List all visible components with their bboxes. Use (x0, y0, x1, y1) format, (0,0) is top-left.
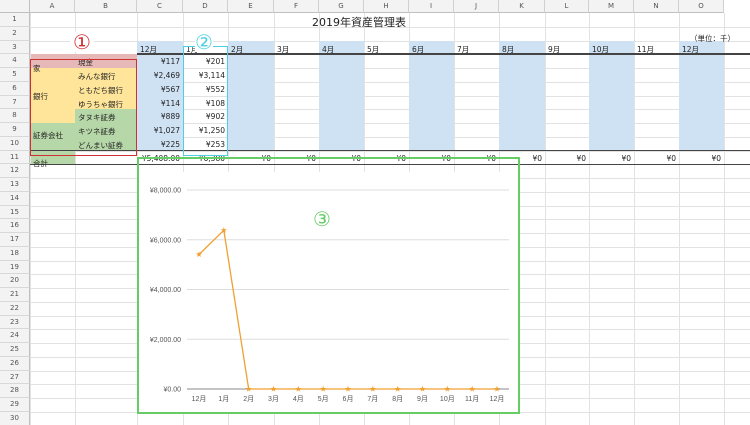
month-header: 4月 (322, 44, 335, 54)
row-header[interactable]: 22 (0, 301, 30, 316)
annotation-box-3 (137, 157, 520, 414)
month-header: 8月 (502, 44, 515, 54)
column-header[interactable]: O (679, 0, 724, 13)
row-header[interactable]: 23 (0, 315, 30, 330)
select-all-corner[interactable] (0, 0, 30, 13)
total-topline (30, 150, 750, 151)
column-header[interactable]: I (409, 0, 454, 13)
column-header[interactable]: F (274, 0, 319, 13)
column-header[interactable]: M (589, 0, 634, 13)
row-header[interactable]: 15 (0, 205, 30, 220)
account-value-dec[interactable]: ¥225 (137, 140, 180, 149)
account-value-dec[interactable]: ¥567 (137, 85, 180, 94)
month-header: 3月 (277, 44, 290, 54)
row-header[interactable]: 3 (0, 40, 30, 55)
annotation-box-1 (30, 59, 137, 156)
row-header[interactable]: 4 (0, 54, 30, 68)
month-band-fill (228, 40, 274, 151)
month-header: 5月 (367, 44, 380, 54)
column-header[interactable]: B (75, 0, 137, 13)
row-header[interactable]: 2 (0, 26, 30, 41)
row-header[interactable]: 18 (0, 246, 30, 261)
row-header[interactable]: 20 (0, 274, 30, 288)
account-value-dec[interactable]: ¥114 (137, 99, 180, 108)
annotation-mark-3: ③ (313, 207, 331, 231)
row-header[interactable]: 12 (0, 164, 30, 178)
column-header[interactable]: L (545, 0, 589, 13)
column-header[interactable]: K (499, 0, 545, 13)
month-header: 11月 (637, 44, 655, 54)
total-value[interactable]: ¥0 (589, 154, 631, 163)
unit-note: （単位：千） (690, 34, 735, 43)
column-header[interactable]: J (454, 0, 499, 13)
month-header: 9月 (548, 44, 561, 54)
account-value-dec[interactable]: ¥889 (137, 112, 180, 121)
row-header[interactable]: 1 (0, 13, 30, 27)
row-header[interactable]: 11 (0, 150, 30, 165)
column-header[interactable]: E (228, 0, 274, 13)
account-value-dec[interactable]: ¥1,027 (137, 126, 180, 135)
row-header[interactable]: 28 (0, 384, 30, 398)
column-header[interactable]: H (364, 0, 409, 13)
column-header[interactable]: C (137, 0, 183, 13)
row-header[interactable]: 19 (0, 260, 30, 275)
month-band-fill (409, 40, 454, 151)
row-header[interactable]: 7 (0, 95, 30, 110)
month-band-fill (499, 40, 545, 151)
row-header[interactable]: 30 (0, 411, 30, 425)
month-band-fill (589, 40, 634, 151)
row-header[interactable]: 24 (0, 329, 30, 343)
month-header: 12月 (140, 44, 158, 54)
row-header[interactable]: 6 (0, 81, 30, 96)
row-header[interactable]: 13 (0, 178, 30, 192)
column-header[interactable]: N (634, 0, 679, 13)
row-header[interactable]: 17 (0, 233, 30, 247)
row-header[interactable]: 9 (0, 123, 30, 137)
month-header: 6月 (412, 44, 425, 54)
total-label: 合計 (33, 159, 48, 168)
row-header[interactable]: 27 (0, 370, 30, 385)
account-value-dec[interactable]: ¥117 (137, 57, 180, 66)
row-header[interactable]: 25 (0, 343, 30, 357)
month-header: 2月 (231, 44, 244, 54)
row-header[interactable]: 8 (0, 109, 30, 123)
annotation-mark-1: ① (70, 32, 94, 52)
total-value[interactable]: ¥0 (545, 154, 586, 163)
annotation-mark-2: ② (195, 30, 213, 54)
spreadsheet[interactable]: ABCDEFGHIJKLMNO 1 2 3 4 5 6 7 8 9 10 11 12 13 14 15 16 1… (0, 0, 750, 425)
row-header[interactable]: 16 (0, 219, 30, 233)
row-header[interactable]: 5 (0, 68, 30, 82)
annotation-box-2 (183, 46, 228, 156)
column-header[interactable]: G (319, 0, 364, 13)
month-band-fill (319, 40, 364, 151)
row-header[interactable]: 21 (0, 288, 30, 302)
row-header[interactable]: 26 (0, 356, 30, 371)
header-underline (137, 53, 750, 55)
month-header: 12月 (682, 44, 700, 54)
month-header: 10月 (592, 44, 610, 54)
sheet-title: 2019年資産管理表 (312, 16, 406, 29)
total-value[interactable]: ¥0 (679, 154, 721, 163)
month-band-fill (679, 40, 724, 151)
total-value[interactable]: ¥0 (634, 154, 676, 163)
row-header[interactable]: 29 (0, 398, 30, 412)
row-header[interactable]: 10 (0, 136, 30, 151)
account-value-dec[interactable]: ¥2,469 (137, 71, 180, 80)
row-header[interactable]: 14 (0, 191, 30, 206)
column-header[interactable]: D (183, 0, 228, 13)
month-header: 7月 (457, 44, 470, 54)
column-header[interactable]: A (30, 0, 75, 13)
